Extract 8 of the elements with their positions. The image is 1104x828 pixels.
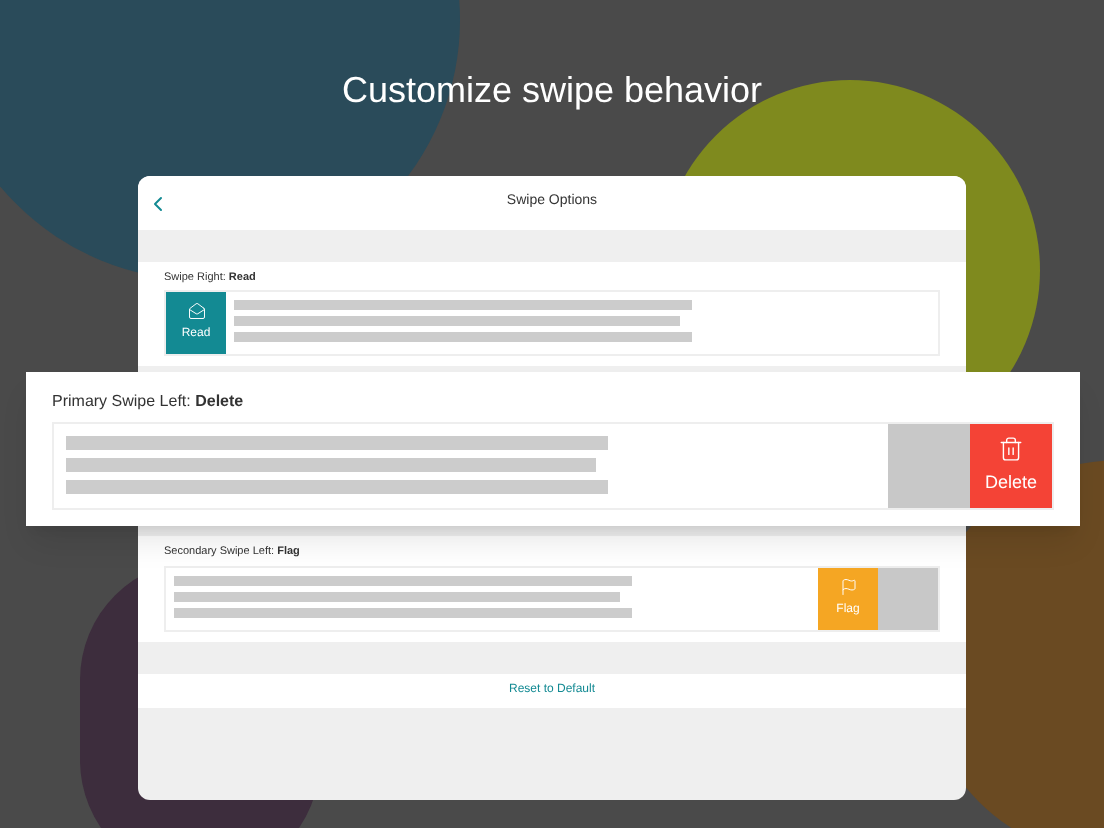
trash-icon xyxy=(998,435,1024,462)
headline: Customize swipe behavior xyxy=(341,68,763,114)
swipe-track xyxy=(878,567,938,629)
swipe-action-button[interactable]: Delete xyxy=(970,424,1052,508)
flag-icon xyxy=(839,577,857,595)
envelope-icon xyxy=(187,302,205,321)
swipe-setting-label: Primary Swipe Left: Delete xyxy=(52,390,246,414)
swipe-track xyxy=(888,424,970,508)
